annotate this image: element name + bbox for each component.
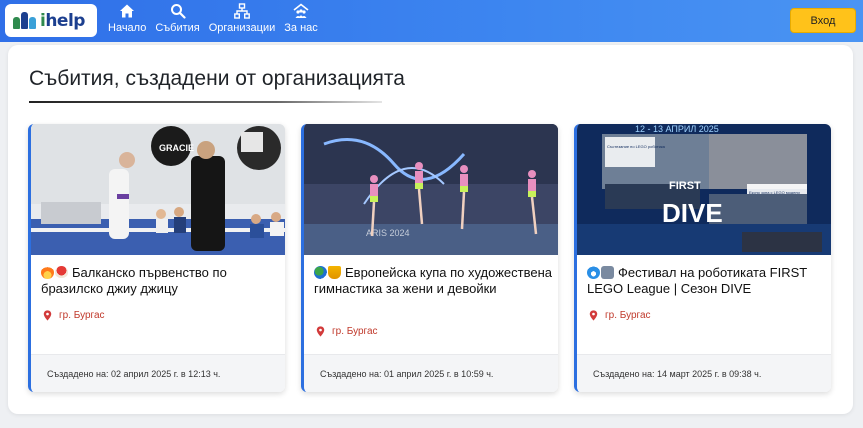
event-location-text: гр. Бургас: [605, 310, 651, 321]
event-location-text: гр. Бургас: [332, 326, 378, 337]
people-logo-icon: [13, 12, 36, 29]
nav-events-label: Събития: [155, 22, 200, 34]
logo-text: ihelp: [40, 10, 85, 31]
image-first-text: FIRST: [669, 180, 701, 192]
fire-emoji-icon: [41, 266, 54, 279]
event-location-text: гр. Бургас: [59, 310, 105, 321]
event-image-robotics: 12 - 13 АПРИЛ 2025 Състезание по LEGO ро…: [577, 124, 831, 255]
event-created-footer: Създадено на: 01 април 2025 г. в 10:59 ч…: [304, 354, 558, 392]
event-card-gymnastics[interactable]: ARIS 2024 Европейска купа по художествен…: [301, 124, 558, 392]
mushroom-emoji-icon: [55, 266, 68, 279]
map-pin-icon: [589, 310, 598, 321]
event-image-bjj: GRACIE: [31, 124, 285, 255]
wave-emoji-icon: [587, 266, 600, 279]
robot-emoji-icon: [601, 266, 614, 279]
event-location: гр. Бургас: [316, 326, 378, 337]
people-roof-icon: [293, 3, 309, 18]
event-title-text: Европейска купа по художествена гимнасти…: [314, 265, 552, 296]
section-title: Събития, създадени от организацията: [29, 67, 405, 90]
nav-about[interactable]: За нас: [284, 3, 318, 34]
event-title-text: Балканско първенство по бразилско джиу д…: [41, 265, 227, 296]
nav-organizations-label: Организации: [208, 22, 276, 34]
event-title: Европейска купа по художествена гимнасти…: [314, 265, 552, 297]
event-title-text: Фестивал на роботиката FIRST LEGO League…: [587, 265, 807, 296]
image-dive-text: DIVE: [662, 198, 723, 228]
image-note-1: Състезание по LEGO роботика: [607, 144, 666, 149]
map-pin-icon: [316, 326, 325, 337]
event-card-robotics[interactable]: 12 - 13 АПРИЛ 2025 Състезание по LEGO ро…: [574, 124, 831, 392]
main-nav: Начало Събития Организации За нас: [108, 3, 327, 34]
nav-home-label: Начало: [108, 22, 147, 34]
nav-home[interactable]: Начало: [108, 3, 146, 34]
org-chart-icon: [234, 3, 250, 19]
nav-events[interactable]: Събития: [155, 3, 200, 34]
event-title: Фестивал на роботиката FIRST LEGO League…: [587, 265, 825, 297]
search-icon: [170, 4, 186, 19]
map-pin-icon: [43, 310, 52, 321]
nav-organizations[interactable]: Организации: [208, 3, 276, 34]
globe-emoji-icon: [314, 266, 327, 279]
organization-events-panel: Събития, създадени от организацията GRAC…: [8, 45, 853, 414]
event-created-footer: Създадено на: 14 март 2025 г. в 09:38 ч.: [577, 354, 831, 392]
top-navigation-bar: ihelp Начало Събития Организации За нас …: [0, 0, 863, 42]
event-location: гр. Бургас: [589, 310, 651, 321]
title-underline: [29, 101, 382, 103]
login-button[interactable]: Вход: [790, 8, 856, 33]
home-icon: [120, 4, 135, 18]
nav-about-label: За нас: [284, 22, 318, 34]
image-date-text: 12 - 13 АПРИЛ 2025: [635, 124, 719, 134]
event-location: гр. Бургас: [43, 310, 105, 321]
image-logo-text: GRACIE: [159, 143, 194, 153]
event-image-gymnastics: ARIS 2024: [304, 124, 558, 255]
event-card-bjj[interactable]: GRACIE Балканско първенство по бразилско…: [28, 124, 285, 392]
logo[interactable]: ihelp: [5, 4, 97, 37]
event-title: Балканско първенство по бразилско джиу д…: [41, 265, 279, 297]
trophy-emoji-icon: [328, 266, 341, 279]
event-created-footer: Създадено на: 02 април 2025 г. в 12:13 ч…: [31, 354, 285, 392]
